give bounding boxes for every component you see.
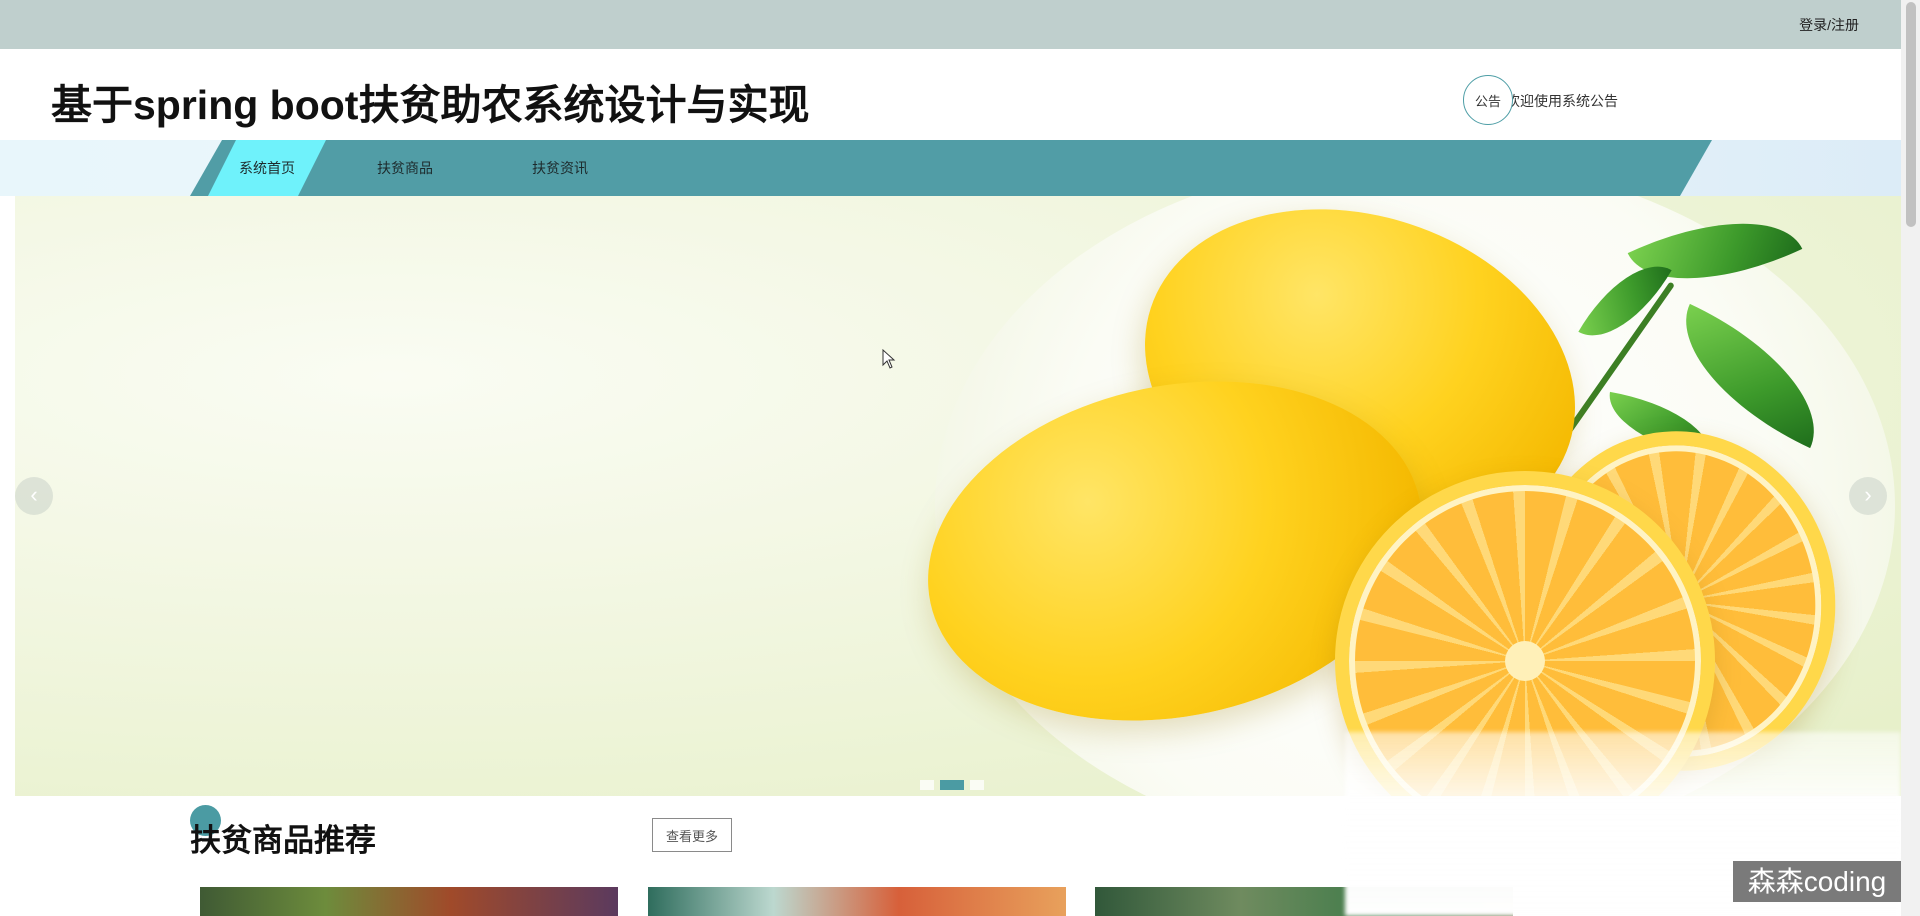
main-nav: 系统首页 扶贫商品 扶贫资讯 [190,140,1712,196]
carousel-indicators [920,780,984,792]
login-register-link[interactable]: 登录/注册 [1799,15,1859,35]
watermark: 森森coding [1733,861,1901,902]
notice-marquee-text[interactable]: 欢迎使用系统公告 [1506,91,1618,111]
banner-carousel[interactable] [15,196,1901,796]
notice-badge: 公告 [1463,75,1513,125]
nav-band: 系统首页 扶贫商品 扶贫资讯 [0,140,1901,196]
top-utility-bar: 登录/注册 [0,0,1901,49]
product-card-image[interactable] [200,887,618,916]
site-title: 基于spring boot扶贫助农系统设计与实现 [51,82,810,128]
mouse-pointer-icon [882,349,896,369]
chevron-right-icon[interactable]: › [1849,477,1887,515]
chevron-left-icon[interactable]: ‹ [15,477,53,515]
view-more-button[interactable]: 查看更多 [652,818,732,852]
scrollbar-thumb[interactable] [1906,2,1916,227]
section-title: 扶贫商品推荐 [190,823,376,858]
carousel-dot[interactable] [920,780,934,790]
nav-item-news[interactable]: 扶贫资讯 [505,140,615,196]
carousel-dot-active[interactable] [940,780,964,790]
nav-item-products[interactable]: 扶贫商品 [350,140,460,196]
nav-item-home[interactable]: 系统首页 [208,140,326,196]
site-header: 基于spring boot扶贫助农系统设计与实现 公告 欢迎使用系统公告 [0,49,1901,140]
carousel-dot[interactable] [970,780,984,790]
page: 登录/注册 基于spring boot扶贫助农系统设计与实现 公告 欢迎使用系统… [0,0,1920,916]
product-card-image[interactable] [648,887,1066,916]
